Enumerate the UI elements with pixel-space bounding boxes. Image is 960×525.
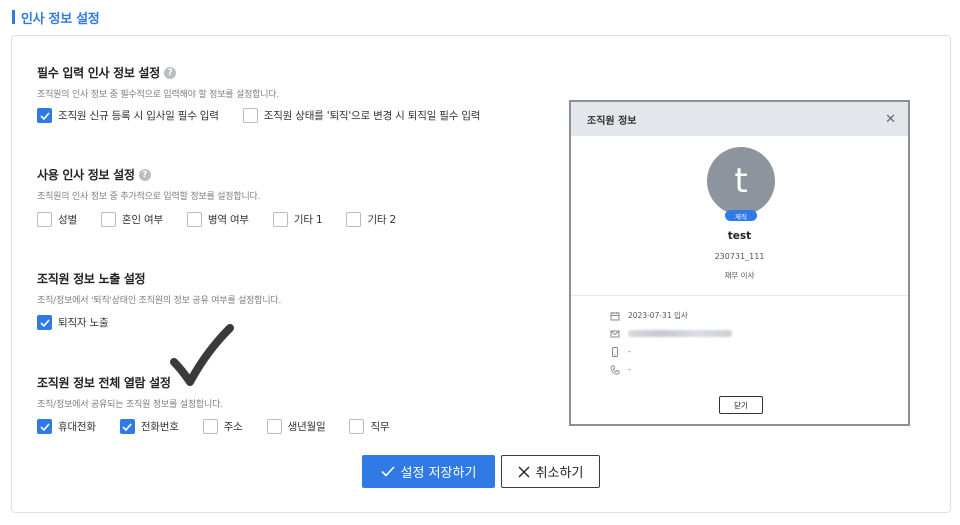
checkbox[interactable] [100, 212, 116, 227]
checkbox[interactable] [266, 419, 282, 434]
phone-value: - [628, 365, 631, 374]
checkbox[interactable] [37, 212, 52, 227]
option-label: 직무 [370, 421, 390, 433]
checkbox[interactable] [202, 419, 218, 434]
section-description: 조직/정보에서 공유되는 조직원 정보를 설정합니다. [37, 400, 223, 410]
option-etc-2[interactable]: 기타 2 [346, 212, 396, 227]
modal-header: 조직원 정보 ✕ [571, 102, 908, 136]
section-required-info: 필수 입력 인사 정보 설정 ? 조직원의 인사 정보 중 필수적으로 입력해야… [37, 64, 504, 123]
cancel-button-label: 취소하기 [535, 466, 584, 481]
checkbox[interactable] [37, 315, 52, 330]
checkbox[interactable] [349, 419, 365, 434]
option-retire-date-required[interactable]: 조직원 상태를 '퇴직'으로 변경 시 퇴직일 필수 입력 [242, 108, 481, 123]
option-label: 성별 [58, 214, 77, 226]
checkbox[interactable] [119, 419, 135, 434]
avatar-letter: t [734, 161, 748, 201]
section-description: 조직원의 인사 정보 중 필수적으로 입력해야 할 정보를 설정합니다. [37, 90, 280, 100]
option-etc-1[interactable]: 기타 1 [272, 212, 323, 227]
avatar: t [707, 147, 775, 215]
option-label: 기타 2 [367, 214, 396, 226]
section-used-info: 사용 인사 정보 설정 ? 조직원의 인사 정보 중 추가적으로 입력할 정보를… [37, 166, 420, 227]
option-label: 조직원 상태를 '퇴직'으로 변경 시 퇴직일 필수 입력 [263, 110, 481, 122]
section-title-text: 사용 인사 정보 설정 [37, 168, 135, 182]
hire-date-row: 2023-07-31 입사 [609, 310, 688, 321]
checkbox[interactable] [272, 212, 288, 227]
option-label: 혼인 여부 [121, 214, 163, 226]
option-label: 퇴직자 노출 [58, 317, 109, 329]
option-label: 병역 여부 [207, 214, 249, 226]
checkbox[interactable] [37, 419, 52, 434]
mail-icon [609, 328, 620, 339]
save-settings-button[interactable]: 설정 저장하기 [362, 455, 495, 488]
option-gender[interactable]: 성별 [37, 212, 77, 227]
email-blurred [628, 330, 732, 337]
section-title-text: 조직원 정보 노출 설정 [37, 272, 146, 286]
option-label: 조직원 신규 등록 시 입사일 필수 입력 [58, 110, 219, 122]
option-birthdate[interactable]: 생년월일 [266, 419, 326, 434]
handwritten-check-mark [170, 324, 234, 386]
modal-divider [571, 295, 908, 296]
email-row [609, 328, 732, 339]
mobile-row: - [609, 346, 631, 357]
section-title: 조직원 정보 노출 설정 [37, 270, 281, 287]
modal-close-button[interactable]: 닫기 [719, 396, 763, 414]
member-info-modal: 조직원 정보 ✕ t 재직 test 230731_111 재무 이사 2023… [569, 100, 910, 426]
section-description: 조직/정보에서 '퇴직'상태인 조직원의 정보 공유 여부를 설정합니다. [37, 296, 282, 306]
status-badge: 재직 [725, 210, 757, 221]
member-role: 재무 이사 [724, 271, 755, 280]
section-title: 필수 입력 인사 정보 설정 ? [37, 64, 504, 81]
modal-title: 조직원 정보 [587, 115, 637, 127]
checkbox[interactable] [242, 108, 258, 123]
section-description: 조직원의 인사 정보 중 추가적으로 입력할 정보를 설정합니다. [37, 192, 261, 202]
title-accent-bar [12, 10, 15, 24]
option-military-status[interactable]: 병역 여부 [186, 212, 249, 227]
member-name: test [727, 230, 752, 242]
option-mobile[interactable]: 휴대전화 [37, 419, 96, 434]
option-hire-date-required[interactable]: 조직원 신규 등록 시 입사일 필수 입력 [37, 108, 219, 123]
option-job[interactable]: 직무 [349, 419, 390, 434]
option-label: 휴대전화 [58, 421, 96, 433]
checkbox[interactable] [37, 108, 52, 123]
option-label: 주소 [223, 421, 243, 433]
section-title-text: 조직원 정보 전체 열람 설정 [37, 376, 171, 390]
help-icon[interactable]: ? [163, 66, 176, 79]
option-label: 전화번호 [140, 421, 179, 433]
option-marital-status[interactable]: 혼인 여부 [100, 212, 163, 227]
check-icon [380, 466, 395, 477]
help-icon[interactable]: ? [138, 168, 151, 181]
calendar-icon [609, 310, 620, 321]
page-title: 인사 정보 설정 [12, 8, 100, 27]
phone-icon [609, 364, 620, 375]
mobile-value: - [628, 347, 631, 356]
checkbox[interactable] [186, 212, 202, 227]
option-phone[interactable]: 전화번호 [119, 419, 179, 434]
phone-row: - [609, 364, 631, 375]
save-button-label: 설정 저장하기 [400, 466, 477, 481]
section-title: 사용 인사 정보 설정 ? [37, 166, 420, 183]
option-show-retired[interactable]: 퇴직자 노출 [37, 315, 109, 330]
member-id: 230731_111 [714, 252, 765, 261]
close-icon[interactable]: ✕ [885, 112, 896, 127]
cancel-button[interactable]: 취소하기 [501, 455, 600, 488]
close-icon [518, 466, 530, 477]
option-label: 기타 1 [293, 214, 323, 226]
option-label: 생년월일 [287, 421, 326, 433]
hire-date: 2023-07-31 입사 [628, 311, 688, 320]
option-address[interactable]: 주소 [202, 419, 243, 434]
section-member-exposure: 조직원 정보 노출 설정 조직/정보에서 '퇴직'상태인 조직원의 정보 공유 … [37, 270, 281, 330]
checkbox[interactable] [346, 212, 362, 227]
page-title-text: 인사 정보 설정 [21, 11, 100, 27]
mobile-icon [609, 346, 620, 357]
section-title-text: 필수 입력 인사 정보 설정 [37, 66, 160, 80]
